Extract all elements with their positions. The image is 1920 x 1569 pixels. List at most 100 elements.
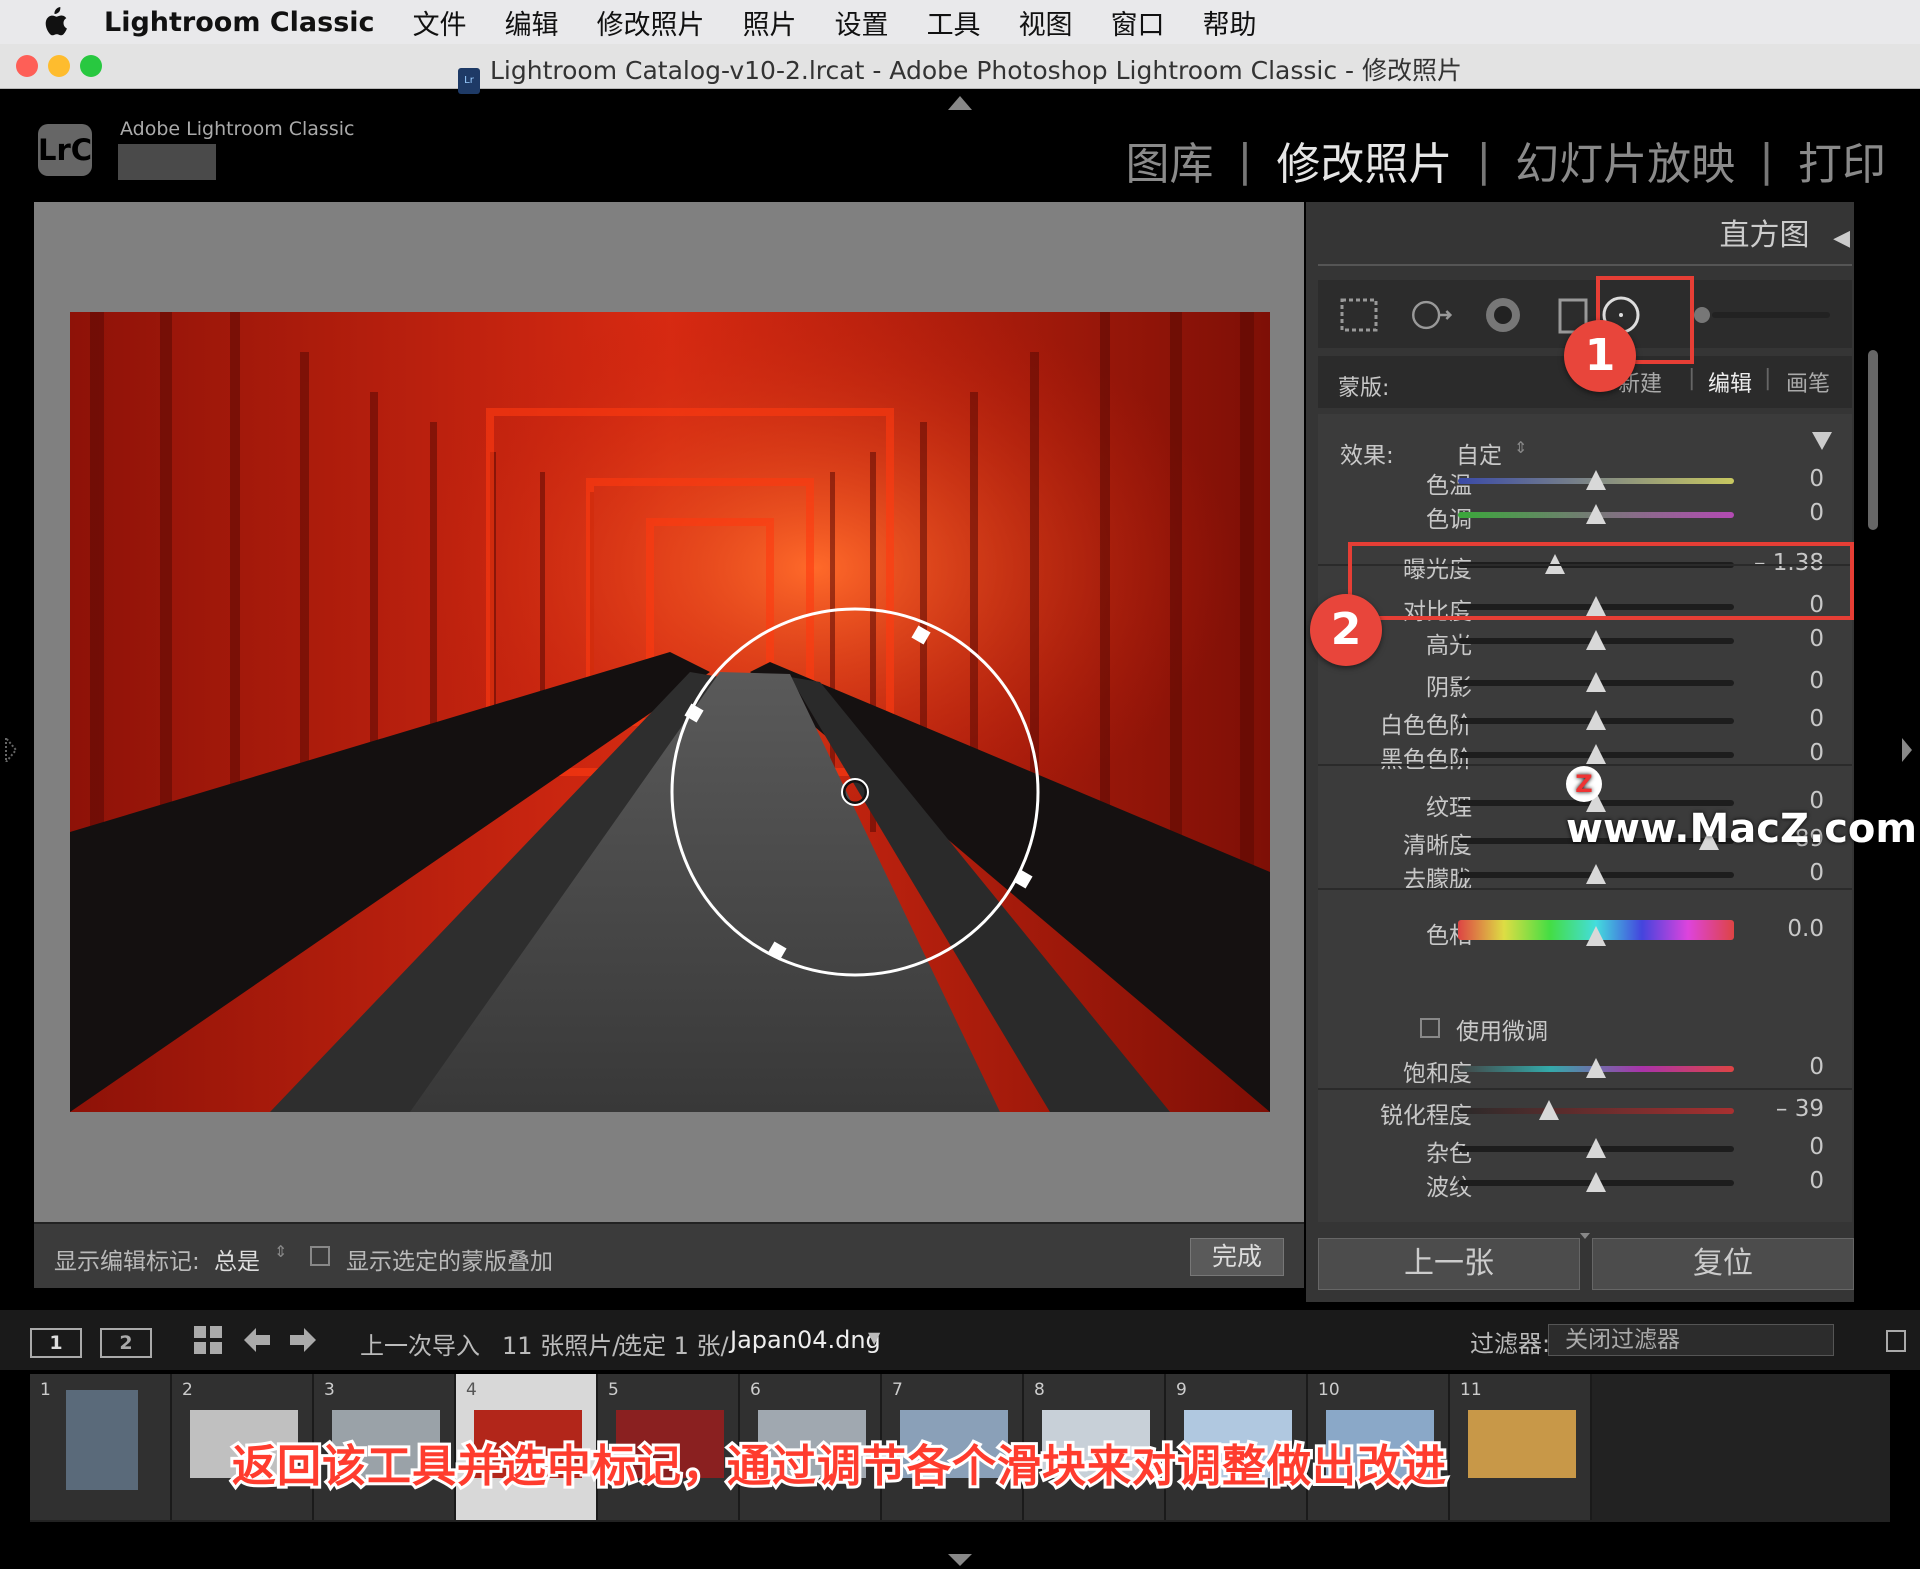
slider-row-15: 波纹 0 bbox=[1318, 1166, 1852, 1201]
slider-value[interactable]: 0 bbox=[1809, 500, 1824, 526]
slider-value[interactable]: 0 bbox=[1809, 1134, 1824, 1160]
slider-track[interactable] bbox=[1458, 504, 1734, 524]
histogram-header[interactable]: 直方图 ◀ bbox=[1320, 210, 1850, 266]
slider-row-4: 高光 0 bbox=[1318, 624, 1852, 659]
slider-thumb[interactable] bbox=[1586, 1172, 1606, 1192]
collapse-triangle-icon[interactable]: ◀ bbox=[1833, 226, 1850, 251]
left-panel-toggle-icon[interactable] bbox=[4, 738, 18, 762]
slider-thumb[interactable] bbox=[1586, 1058, 1606, 1078]
crop-overlay-icon[interactable] bbox=[1338, 294, 1380, 336]
slider-value[interactable]: 0 bbox=[1809, 860, 1824, 886]
slider-thumb[interactable] bbox=[1539, 1100, 1560, 1120]
mask-tab-brush[interactable]: 画笔 bbox=[1786, 366, 1830, 398]
slider-thumb[interactable] bbox=[1586, 710, 1606, 730]
slider-track[interactable] bbox=[1458, 672, 1734, 692]
done-button[interactable]: 完成 bbox=[1190, 1238, 1284, 1276]
mask-tab-edit[interactable]: 编辑 bbox=[1708, 366, 1752, 398]
menu-develop[interactable]: 修改照片 bbox=[597, 3, 705, 42]
slider-thumb[interactable] bbox=[1586, 504, 1606, 524]
identity-plate bbox=[118, 144, 216, 180]
spot-removal-icon[interactable] bbox=[1410, 294, 1452, 336]
forward-arrow-icon[interactable] bbox=[290, 1328, 316, 1352]
panel-scrollbar[interactable] bbox=[1868, 350, 1878, 530]
filmstrip-thumbnail[interactable] bbox=[66, 1390, 138, 1490]
menu-window[interactable]: 窗口 bbox=[1111, 3, 1165, 42]
slider-value[interactable]: 0.0 bbox=[1787, 916, 1824, 942]
watermark: Zwww.MacZ.com bbox=[1566, 760, 1920, 852]
slider-track[interactable] bbox=[1458, 920, 1734, 946]
section-divider bbox=[1318, 1088, 1852, 1090]
display-2-button[interactable]: 2 bbox=[100, 1328, 152, 1358]
slider-value[interactable]: 0 bbox=[1809, 626, 1824, 652]
previous-button[interactable]: 上一张 bbox=[1318, 1238, 1580, 1290]
slider-track[interactable] bbox=[1458, 864, 1734, 884]
reset-button[interactable]: 复位 bbox=[1592, 1238, 1854, 1290]
slider-track[interactable] bbox=[1458, 1100, 1734, 1120]
slider-value[interactable]: 0 bbox=[1809, 466, 1824, 492]
fine-tune-checkbox[interactable] bbox=[1420, 1018, 1440, 1038]
slider-track[interactable] bbox=[1458, 1058, 1734, 1078]
right-panel-toggle-icon[interactable] bbox=[1900, 738, 1914, 762]
source-label[interactable]: 上一次导入 bbox=[360, 1326, 480, 1361]
slider-value[interactable]: 0 bbox=[1809, 668, 1824, 694]
slider-row-10: 去朦胧 0 bbox=[1318, 858, 1852, 893]
slider-row-12: 饱和度 0 bbox=[1318, 1052, 1852, 1087]
filmstrip-number: 6 bbox=[750, 1380, 761, 1400]
module-print[interactable]: 打印 bbox=[1798, 128, 1886, 192]
menu-tools[interactable]: 工具 bbox=[927, 3, 981, 42]
filmstrip-cell[interactable]: 11 bbox=[1450, 1374, 1592, 1520]
slider-value[interactable]: 0 bbox=[1809, 706, 1824, 732]
divider bbox=[1318, 264, 1852, 266]
back-arrow-icon[interactable] bbox=[244, 1328, 270, 1352]
collapse-bottom-panel-icon[interactable] bbox=[948, 1554, 972, 1566]
menu-edit[interactable]: 编辑 bbox=[505, 3, 559, 42]
slider-thumb[interactable] bbox=[1586, 864, 1606, 884]
filename-label[interactable]: Japan04.dng bbox=[730, 1326, 881, 1354]
menu-view[interactable]: 视图 bbox=[1019, 3, 1073, 42]
panel-scroll-down-icon[interactable] bbox=[1580, 1224, 1590, 1239]
photo-torii-tunnel[interactable] bbox=[70, 312, 1270, 1112]
menu-file[interactable]: 文件 bbox=[413, 3, 467, 42]
slider-value[interactable]: – 39 bbox=[1776, 1096, 1824, 1122]
module-develop[interactable]: 修改照片 bbox=[1276, 128, 1452, 192]
filename-dropdown-icon[interactable]: ▼ bbox=[868, 1328, 880, 1347]
menu-photo[interactable]: 照片 bbox=[743, 3, 797, 42]
grid-view-icon[interactable] bbox=[194, 1326, 222, 1354]
module-library[interactable]: 图库 bbox=[1126, 128, 1214, 192]
slider-value[interactable]: 0 bbox=[1809, 1168, 1824, 1194]
overlay-checkbox[interactable] bbox=[310, 1246, 330, 1266]
display-1-button[interactable]: 1 bbox=[30, 1328, 82, 1358]
slider-value[interactable]: 0 bbox=[1809, 1054, 1824, 1080]
slider-thumb[interactable] bbox=[1586, 1138, 1606, 1158]
filmstrip-cell[interactable]: 1 bbox=[30, 1374, 172, 1520]
slider-track[interactable] bbox=[1458, 630, 1734, 650]
apple-icon[interactable] bbox=[40, 6, 68, 38]
menu-help[interactable]: 帮助 bbox=[1203, 3, 1257, 42]
slider-track[interactable] bbox=[1458, 710, 1734, 730]
slider-thumb[interactable] bbox=[1586, 672, 1606, 692]
show-markers-select[interactable]: 总是 bbox=[214, 1242, 260, 1276]
slider-row-1: 色调 0 bbox=[1318, 498, 1852, 533]
menu-settings[interactable]: 设置 bbox=[835, 3, 889, 42]
collapse-top-panel-icon[interactable] bbox=[948, 96, 972, 110]
menu-app-name[interactable]: Lightroom Classic bbox=[104, 7, 375, 38]
filter-lock-icon[interactable] bbox=[1886, 1330, 1906, 1352]
slider-thumb[interactable] bbox=[1586, 630, 1606, 650]
slider-track[interactable] bbox=[1458, 1172, 1734, 1192]
slider-track[interactable] bbox=[1458, 744, 1734, 764]
filmstrip-number: 8 bbox=[1034, 1380, 1045, 1400]
slider-row-14: 杂色 0 bbox=[1318, 1132, 1852, 1167]
adjustment-brush-icon[interactable] bbox=[1692, 306, 1832, 324]
filter-select[interactable]: 关闭过滤器 bbox=[1548, 1324, 1834, 1356]
panel-menu-triangle-icon[interactable] bbox=[1812, 432, 1832, 450]
section-divider bbox=[1318, 888, 1852, 890]
slider-track[interactable] bbox=[1458, 470, 1734, 490]
slider-track[interactable] bbox=[1458, 1138, 1734, 1158]
mask-tab-separator: | bbox=[1688, 366, 1696, 391]
selected-count: 选定 1 张/ bbox=[618, 1332, 729, 1360]
filmstrip-thumbnail[interactable] bbox=[1468, 1410, 1576, 1478]
red-eye-icon[interactable] bbox=[1482, 294, 1524, 336]
slider-thumb[interactable] bbox=[1586, 926, 1606, 946]
slider-thumb[interactable] bbox=[1586, 470, 1606, 490]
module-slideshow[interactable]: 幻灯片放映 bbox=[1515, 128, 1735, 192]
